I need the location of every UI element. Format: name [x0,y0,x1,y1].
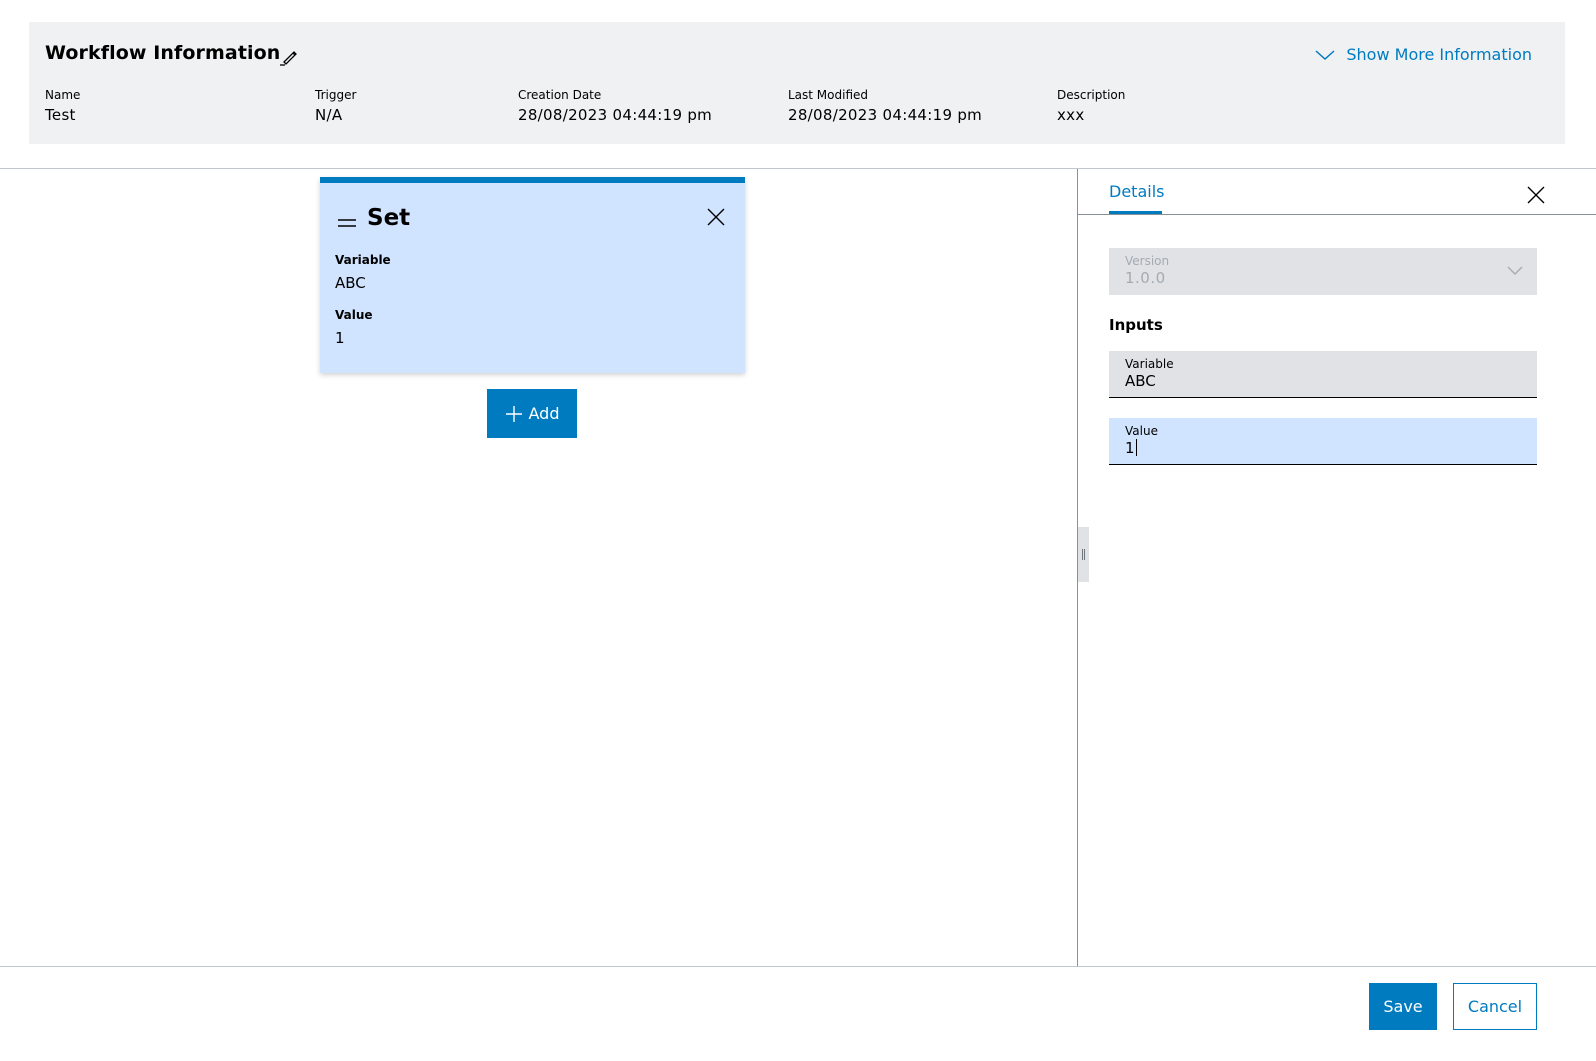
footer-divider [0,966,1596,967]
value-field[interactable]: Value 1 [1109,418,1537,465]
value-field-value: 1 [1125,439,1135,457]
panel-resize-handle[interactable] [1078,527,1089,582]
inputs-heading: Inputs [1109,316,1163,334]
cancel-button[interactable]: Cancel [1453,983,1537,1030]
card-value-label: Value [335,308,373,322]
grip-line [1082,549,1083,560]
chevron-down-icon [1507,266,1523,275]
card-value-value: 1 [335,329,345,347]
header-divider [0,168,1596,169]
last-modified-label: Last Modified [788,88,869,102]
chevron-down-icon [1315,49,1335,60]
name-label: Name [45,88,81,102]
value-field-input: 1 [1125,439,1137,457]
grip-line [1084,549,1085,560]
close-panel-icon[interactable] [1526,185,1546,205]
variable-field[interactable]: Variable ABC [1109,351,1537,398]
creation-date-value: 28/08/2023 04:44:19 pm [518,106,713,124]
value-field-label: Value [1125,424,1158,438]
trigger-value: N/A [315,106,343,124]
info-field-creation-date: Creation Date 28/08/2023 04:44:19 pm [518,88,712,124]
workflow-info-panel: Workflow Information Show More Informati… [29,22,1565,144]
trigger-label: Trigger [315,88,357,102]
close-icon[interactable] [706,207,726,227]
drag-handle-icon[interactable] [338,217,356,229]
info-field-description: Description xxx [1057,88,1125,124]
tabs-divider [1078,214,1596,215]
set-step-card[interactable]: Set Variable ABC Value 1 [320,177,745,373]
show-more-label: Show More Information [1346,45,1532,64]
tab-details[interactable]: Details [1109,182,1164,201]
version-value: 1.0.0 [1125,269,1166,287]
info-field-trigger: Trigger N/A [315,88,356,124]
creation-date-label: Creation Date [518,88,602,102]
variable-field-value: ABC [1125,372,1156,390]
edit-pencil-icon[interactable] [279,46,301,68]
add-step-button[interactable]: Add [487,389,577,438]
description-value: xxx [1057,106,1085,124]
description-label: Description [1057,88,1126,102]
set-card-title: Set [367,205,411,231]
plus-icon [505,405,522,422]
add-button-label: Add [528,404,560,423]
version-select[interactable]: Version 1.0.0 [1109,248,1537,295]
card-variable-label: Variable [335,253,391,267]
version-label: Version [1125,254,1170,268]
name-value: Test [45,106,76,124]
card-variable-value: ABC [335,274,366,292]
last-modified-value: 28/08/2023 04:44:19 pm [788,106,983,124]
save-button[interactable]: Save [1369,983,1437,1030]
workflow-info-title: Workflow Information [45,42,281,64]
text-caret [1135,439,1137,456]
info-field-name: Name Test [45,88,80,124]
show-more-information-toggle[interactable]: Show More Information [1314,45,1532,64]
variable-field-label: Variable [1125,357,1174,371]
info-field-last-modified: Last Modified 28/08/2023 04:44:19 pm [788,88,982,124]
